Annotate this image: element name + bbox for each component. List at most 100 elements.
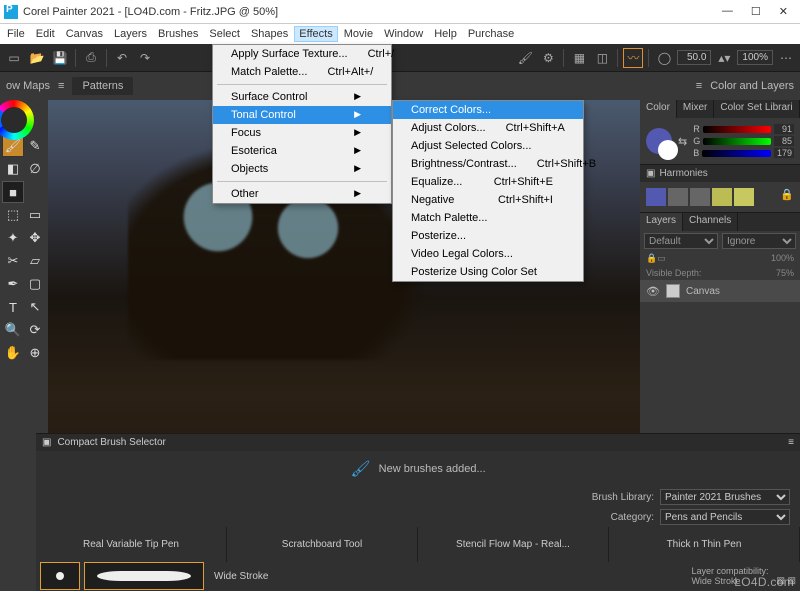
mi-objects[interactable]: Objects▶ bbox=[213, 160, 391, 178]
mi-focus[interactable]: Focus▶ bbox=[213, 124, 391, 142]
color-toggle-icon[interactable]: ⇆ bbox=[678, 135, 687, 148]
marquee-tool[interactable]: ▭ bbox=[24, 204, 46, 226]
mi-equalize[interactable]: Equalize...Ctrl+Shift+E bbox=[393, 173, 583, 191]
brush-preview-selected[interactable] bbox=[40, 562, 80, 590]
panel-menu-icon[interactable]: ≡ bbox=[788, 437, 794, 448]
lock-icon[interactable]: 🔒 bbox=[780, 188, 794, 206]
zoom-tool[interactable]: 🔍 bbox=[2, 319, 24, 341]
perspective-tool[interactable]: ▱ bbox=[24, 250, 46, 272]
mi-adjust-selected-colors[interactable]: Adjust Selected Colors... bbox=[393, 137, 583, 155]
harmony-swatch[interactable] bbox=[668, 188, 688, 206]
mi-posterize[interactable]: Posterize... bbox=[393, 227, 583, 245]
clone-tool[interactable]: ∅ bbox=[24, 158, 46, 180]
lock-icon[interactable]: 🔒▭ bbox=[646, 253, 666, 264]
menu-purchase[interactable]: Purchase bbox=[463, 26, 519, 42]
mi-apply-surface-texture[interactable]: Apply Surface Texture...Ctrl+/ bbox=[213, 45, 391, 63]
patterns-tab[interactable]: Patterns bbox=[72, 77, 133, 95]
hand-tool[interactable]: ✋ bbox=[2, 342, 24, 364]
undo-icon[interactable]: ↶ bbox=[112, 48, 132, 68]
color-swatch[interactable] bbox=[646, 128, 672, 154]
brush-item[interactable]: Real Variable Tip Pen bbox=[36, 527, 227, 561]
menu-select[interactable]: Select bbox=[204, 26, 245, 42]
mi-surface-control[interactable]: Surface Control▶ bbox=[213, 88, 391, 106]
menu-shapes[interactable]: Shapes bbox=[246, 26, 293, 42]
mi-esoterica[interactable]: Esoterica▶ bbox=[213, 142, 391, 160]
tab-color[interactable]: Color bbox=[640, 100, 677, 118]
opacity-field[interactable]: 100% bbox=[737, 50, 773, 65]
menu-edit[interactable]: Edit bbox=[31, 26, 60, 42]
stepper-icon[interactable]: ▴▾ bbox=[714, 48, 734, 68]
menu-canvas[interactable]: Canvas bbox=[61, 26, 108, 42]
r-value[interactable]: 91 bbox=[774, 124, 794, 134]
harmony-swatch[interactable] bbox=[690, 188, 710, 206]
pen-tool[interactable]: ✒ bbox=[2, 273, 24, 295]
move-tool[interactable]: ✥ bbox=[24, 227, 46, 249]
r-slider[interactable] bbox=[703, 126, 771, 133]
open-icon[interactable]: 📂 bbox=[27, 48, 47, 68]
g-slider[interactable] bbox=[703, 138, 771, 145]
layer-row-canvas[interactable]: 👁 Canvas bbox=[640, 280, 800, 302]
selection-icon[interactable]: ▦ bbox=[569, 48, 589, 68]
brush-library-select[interactable]: Painter 2021 Brushes bbox=[660, 489, 790, 505]
layer-opacity[interactable]: 100% bbox=[771, 253, 794, 264]
mi-match-palette-tonal[interactable]: Match Palette... bbox=[393, 209, 583, 227]
options-icon[interactable]: ⚙ bbox=[538, 48, 558, 68]
size-icon[interactable]: ◯ bbox=[654, 48, 674, 68]
fill-tool[interactable]: ■ bbox=[2, 181, 24, 203]
g-value[interactable]: 85 bbox=[774, 136, 794, 146]
mi-video-legal-colors[interactable]: Video Legal Colors... bbox=[393, 245, 583, 263]
redo-icon[interactable]: ↷ bbox=[135, 48, 155, 68]
shape-tool[interactable]: ▢ bbox=[24, 273, 46, 295]
menu-window[interactable]: Window bbox=[379, 26, 428, 42]
brush-preview-stroke[interactable] bbox=[84, 562, 204, 590]
brush-category-select[interactable]: Pens and Pencils bbox=[660, 509, 790, 525]
eraser-tool[interactable]: ◧ bbox=[2, 158, 24, 180]
menu-help[interactable]: Help bbox=[429, 26, 462, 42]
brush-item[interactable]: Thick n Thin Pen bbox=[609, 527, 800, 561]
print-icon[interactable]: ⎙ bbox=[81, 48, 101, 68]
mi-tonal-control[interactable]: Tonal Control▶ bbox=[213, 106, 391, 124]
visible-depth-value[interactable]: 75% bbox=[776, 268, 794, 278]
brush-size-field[interactable]: 50.0 bbox=[677, 50, 711, 65]
menu-movie[interactable]: Movie bbox=[339, 26, 378, 42]
blend-mode-select[interactable]: Default bbox=[644, 233, 718, 249]
dropper-tool[interactable]: ✎ bbox=[24, 135, 46, 157]
close-button[interactable]: ✕ bbox=[779, 5, 788, 18]
wand-tool[interactable]: ✦ bbox=[2, 227, 24, 249]
harmony-swatch[interactable] bbox=[646, 188, 666, 206]
menu-file[interactable]: File bbox=[2, 26, 30, 42]
ignore-select[interactable]: Ignore bbox=[722, 233, 796, 249]
minimize-button[interactable]: — bbox=[722, 5, 733, 18]
transform-icon[interactable]: ◫ bbox=[592, 48, 612, 68]
active-tool-icon[interactable]: 〰 bbox=[623, 48, 643, 68]
crop-tool[interactable]: ✂ bbox=[2, 250, 24, 272]
more-icon[interactable]: ⋯ bbox=[776, 48, 796, 68]
lasso-tool[interactable]: ⬚ bbox=[2, 204, 24, 226]
mi-negative[interactable]: NegativeCtrl+Shift+I bbox=[393, 191, 583, 209]
mi-posterize-color-set[interactable]: Posterize Using Color Set bbox=[393, 263, 583, 281]
brush-tool-icon[interactable]: 🖌 bbox=[515, 48, 535, 68]
mi-adjust-colors[interactable]: Adjust Colors...Ctrl+Shift+A bbox=[393, 119, 583, 137]
mi-brightness-contrast[interactable]: Brightness/Contrast...Ctrl+Shift+B bbox=[393, 155, 583, 173]
pointer-tool[interactable]: ↖ bbox=[24, 296, 46, 318]
save-icon[interactable]: 💾 bbox=[50, 48, 70, 68]
harmony-swatch[interactable] bbox=[712, 188, 732, 206]
rotate-tool[interactable]: ⟳ bbox=[24, 319, 46, 341]
visibility-icon[interactable]: 👁 bbox=[646, 285, 660, 298]
tab-layers[interactable]: Layers bbox=[640, 213, 683, 231]
new-icon[interactable]: ▭ bbox=[4, 48, 24, 68]
menu-brushes[interactable]: Brushes bbox=[153, 26, 203, 42]
tab-mixer[interactable]: Mixer bbox=[677, 100, 714, 118]
brush-item[interactable]: Scratchboard Tool bbox=[227, 527, 418, 561]
menu-layers[interactable]: Layers bbox=[109, 26, 152, 42]
harmonies-header[interactable]: ▣Harmonies bbox=[640, 165, 800, 182]
tab-channels[interactable]: Channels bbox=[683, 213, 738, 231]
mi-match-palette[interactable]: Match Palette...Ctrl+Alt+/ bbox=[213, 63, 391, 81]
panel-grip-icon[interactable]: ▣ bbox=[42, 437, 51, 448]
b-value[interactable]: 179 bbox=[774, 148, 794, 158]
tab-color-set[interactable]: Color Set Librari bbox=[714, 100, 799, 118]
maximize-button[interactable]: ☐ bbox=[751, 5, 761, 18]
menu-effects[interactable]: Effects bbox=[294, 26, 337, 42]
mi-other[interactable]: Other▶ bbox=[213, 185, 391, 203]
b-slider[interactable] bbox=[702, 150, 771, 157]
